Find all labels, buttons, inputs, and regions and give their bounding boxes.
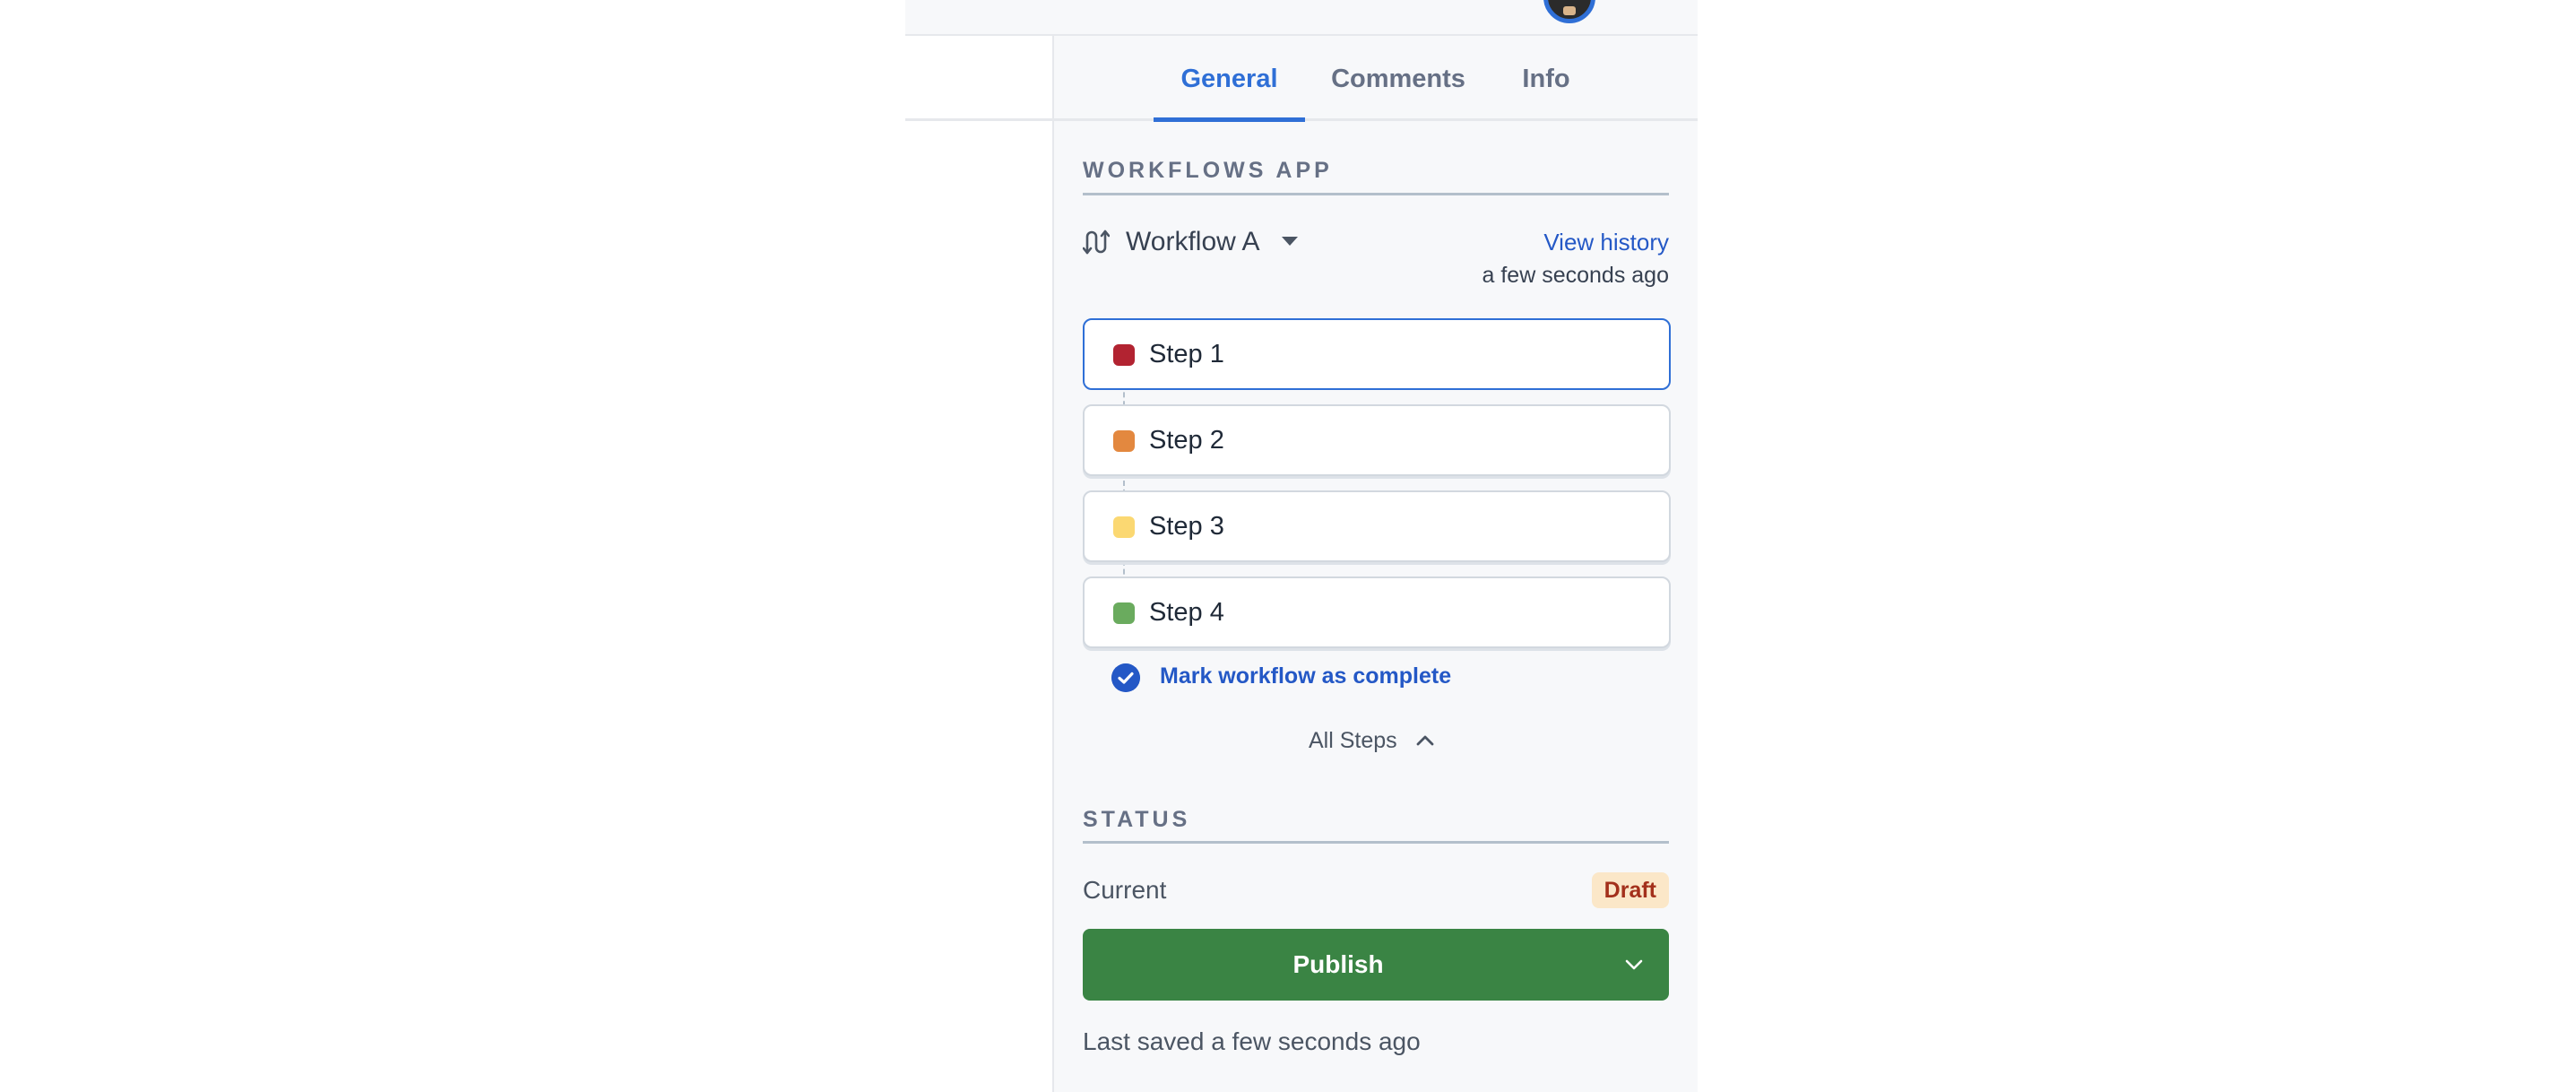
left-pane bbox=[905, 36, 1052, 1092]
step-label: Step 3 bbox=[1149, 512, 1224, 541]
all-steps-toggle[interactable]: All Steps bbox=[1309, 724, 1397, 757]
step-status-dot bbox=[1113, 430, 1135, 452]
step-connector-line bbox=[1123, 357, 1125, 610]
tab-comments[interactable]: Comments bbox=[1318, 59, 1479, 99]
step-label: Step 2 bbox=[1149, 426, 1224, 455]
active-tab-indicator bbox=[1154, 117, 1305, 122]
publish-button[interactable]: Publish bbox=[1083, 929, 1669, 1001]
step-item-3[interactable]: Step 3 bbox=[1083, 490, 1671, 562]
step-item-1[interactable]: Step 1 bbox=[1083, 318, 1671, 390]
current-status-label: Current bbox=[1083, 876, 1167, 904]
step-status-dot bbox=[1113, 602, 1135, 624]
status-badge: Draft bbox=[1591, 872, 1669, 908]
view-history-link[interactable]: View history bbox=[1543, 226, 1669, 258]
section-divider bbox=[1083, 193, 1669, 195]
caret-down-icon[interactable] bbox=[1282, 237, 1298, 246]
avatar-image bbox=[1563, 6, 1576, 15]
chevron-down-icon[interactable] bbox=[1622, 954, 1646, 975]
workflows-section-title: WORKFLOWS APP bbox=[1083, 158, 1333, 183]
step-label: Step 4 bbox=[1149, 598, 1224, 627]
step-item-4[interactable]: Step 4 bbox=[1083, 576, 1671, 648]
step-status-dot bbox=[1113, 344, 1135, 366]
history-timestamp: a few seconds ago bbox=[1482, 263, 1669, 288]
last-saved-text: Last saved a few seconds ago bbox=[1083, 1027, 1421, 1055]
publish-label: Publish bbox=[1292, 950, 1384, 978]
section-divider bbox=[1083, 841, 1669, 844]
workflow-selector[interactable]: Workflow A bbox=[1126, 224, 1260, 260]
status-section-title: STATUS bbox=[1083, 807, 1191, 832]
step-label: Step 1 bbox=[1149, 340, 1224, 368]
chevron-up-icon[interactable] bbox=[1414, 730, 1436, 751]
mark-complete-link[interactable]: Mark workflow as complete bbox=[1160, 660, 1451, 692]
step-status-dot bbox=[1113, 516, 1135, 538]
step-item-2[interactable]: Step 2 bbox=[1083, 404, 1671, 476]
check-circle-icon[interactable] bbox=[1111, 663, 1140, 692]
tab-info[interactable]: Info bbox=[1515, 59, 1578, 99]
tab-general[interactable]: General bbox=[1154, 59, 1305, 99]
workflow-icon bbox=[1083, 230, 1110, 255]
